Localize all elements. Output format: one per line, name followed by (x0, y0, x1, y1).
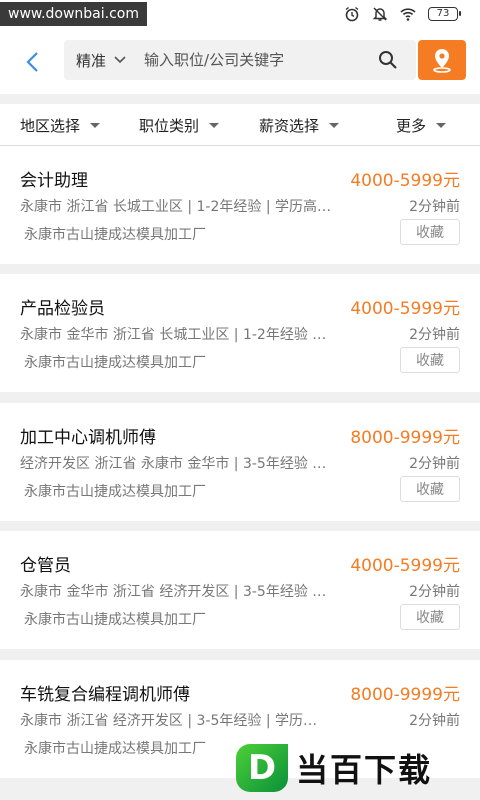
search-icon[interactable] (378, 50, 398, 70)
site-watermark: www.downbai.com (0, 2, 147, 26)
favorite-button[interactable]: 收藏 (400, 476, 460, 502)
job-meta: 永康市 浙江省 长城工业区 | 1-2年经验 | 学历高… (20, 199, 331, 215)
wifi-icon (400, 8, 416, 21)
job-salary: 8000-9999元 (350, 685, 460, 705)
favorite-button[interactable]: 收藏 (400, 347, 460, 373)
search-input[interactable] (144, 51, 365, 69)
job-salary: 4000-5999元 (350, 171, 460, 191)
brand-logo: D (236, 744, 288, 792)
search-type-label: 精准 (76, 51, 107, 70)
job-title: 会计助理 (20, 171, 88, 191)
location-button[interactable] (418, 40, 466, 80)
filter-label: 职位类别 (139, 116, 200, 135)
filter-salary[interactable]: 薪资选择 (259, 104, 340, 146)
job-card[interactable]: 加工中心调机师傅 8000-9999元 经济开发区 浙江省 永康市 金华市 | … (0, 403, 480, 521)
job-title: 仓管员 (20, 556, 71, 576)
job-company: 永康市古山捷成达模具加工厂 (24, 227, 206, 243)
caret-down-icon (90, 122, 101, 128)
caret-down-icon (209, 122, 220, 128)
job-salary: 4000-5999元 (350, 299, 460, 319)
job-salary: 4000-5999元 (350, 556, 460, 576)
job-card[interactable]: 仓管员 4000-5999元 永康市 金华市 浙江省 经济开发区 | 3-5年经… (0, 531, 480, 649)
map-pin-icon (433, 49, 451, 73)
brand-watermark: D 当百下载 (236, 740, 480, 796)
favorite-button[interactable]: 收藏 (400, 604, 460, 630)
job-card[interactable]: 产品检验员 4000-5999元 永康市 金华市 浙江省 长城工业区 | 1-2… (0, 274, 480, 392)
header: 精准 (0, 30, 480, 94)
job-meta: 经济开发区 浙江省 永康市 金华市 | 3-5年经验 … (20, 456, 327, 472)
status-icons: 73 (344, 6, 461, 22)
job-company: 永康市古山捷成达模具加工厂 (24, 741, 206, 757)
brand-text: 当百下载 (296, 751, 433, 789)
job-title: 产品检验员 (20, 299, 105, 319)
filter-category[interactable]: 职位类别 (139, 104, 220, 146)
job-meta: 永康市 金华市 浙江省 长城工业区 | 1-2年经验 … (20, 327, 327, 343)
chevron-left-icon (26, 52, 38, 72)
filter-bar: 地区选择 职位类别 薪资选择 更多 (0, 104, 480, 146)
job-time: 2分钟前 (409, 327, 460, 343)
search-type-dropdown[interactable]: 精准 (64, 50, 126, 71)
job-meta: 永康市 金华市 浙江省 经济开发区 | 3-5年经验 … (20, 584, 327, 600)
search-bar: 精准 (64, 40, 416, 80)
job-meta: 永康市 浙江省 经济开发区 | 3-5年经验 | 学历… (20, 713, 317, 729)
filter-region[interactable]: 地区选择 (20, 104, 101, 146)
filter-label: 地区选择 (20, 116, 81, 135)
filter-more[interactable]: 更多 (396, 104, 447, 146)
filter-label: 更多 (396, 116, 427, 135)
job-time: 2分钟前 (409, 456, 460, 472)
job-salary: 8000-9999元 (350, 428, 460, 448)
battery-icon: 73 (428, 7, 461, 21)
job-company: 永康市古山捷成达模具加工厂 (24, 355, 206, 371)
favorite-button[interactable]: 收藏 (400, 219, 460, 245)
alarm-icon (345, 6, 359, 22)
job-company: 永康市古山捷成达模具加工厂 (24, 612, 206, 628)
job-title: 车铣复合编程调机师傅 (20, 685, 190, 705)
job-title: 加工中心调机师傅 (20, 428, 156, 448)
filter-label: 薪资选择 (259, 116, 320, 135)
caret-down-icon (436, 122, 447, 128)
caret-down-icon (329, 122, 340, 128)
back-button[interactable] (18, 48, 46, 76)
job-time: 2分钟前 (409, 713, 460, 729)
mute-bell-icon (372, 7, 388, 21)
job-card[interactable]: 会计助理 4000-5999元 永康市 浙江省 长城工业区 | 1-2年经验 |… (0, 146, 480, 264)
status-bar: www.downbai.com 73 (0, 0, 480, 30)
job-company: 永康市古山捷成达模具加工厂 (24, 484, 206, 500)
chevron-down-icon (114, 56, 126, 64)
job-time: 2分钟前 (409, 199, 460, 215)
job-time: 2分钟前 (409, 584, 460, 600)
